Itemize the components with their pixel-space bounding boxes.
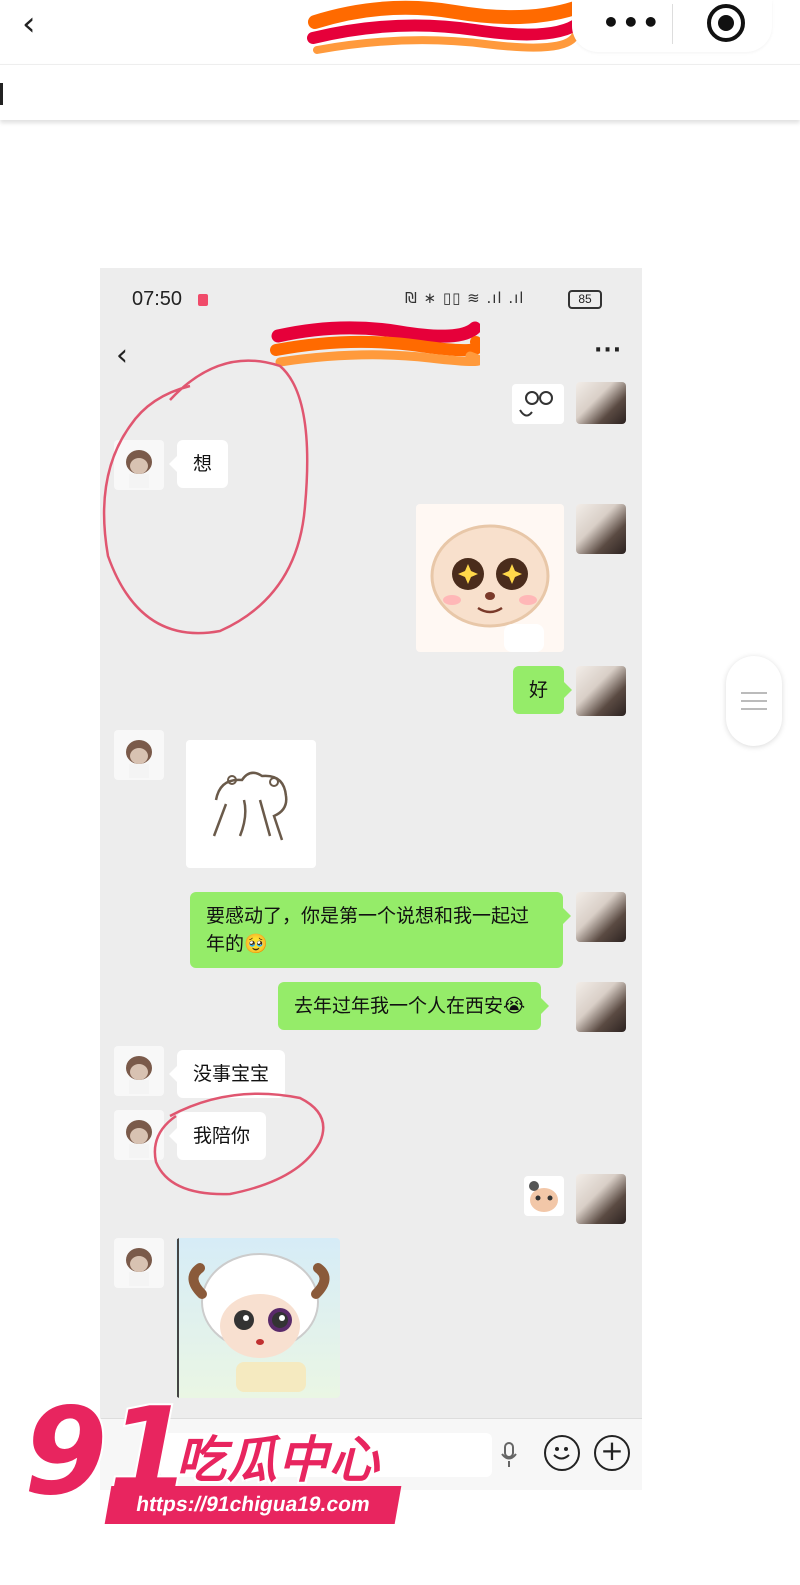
side-drawer-handle[interactable] [726, 656, 782, 746]
other-avatar[interactable] [114, 1046, 164, 1096]
other-avatar[interactable] [114, 1238, 164, 1288]
emoji-icon[interactable] [544, 1435, 580, 1471]
panda-sticker[interactable] [524, 1176, 564, 1216]
sheep-sticker[interactable] [416, 504, 564, 652]
message-bubble: 好 [513, 666, 573, 714]
redaction-scribble [307, 0, 585, 54]
capsule-menu: ••• [572, 0, 772, 52]
annotation-circle [153, 1092, 325, 1196]
capsule-divider [672, 4, 673, 44]
microphone-icon[interactable] [500, 1441, 518, 1469]
plus-icon[interactable]: + [594, 1435, 630, 1471]
self-avatar[interactable] [576, 892, 626, 942]
status-icons: ₪ ∗ ▯▯ ≋ .ıl .ıl [405, 289, 525, 307]
top-bar: ‹ ••• [0, 0, 800, 64]
watermark-url: https://91chigua19.com [104, 1486, 402, 1524]
sheep-bruised-sticker[interactable] [176, 1238, 340, 1398]
phone-screenshot: 07:50 ₪ ∗ ▯▯ ≋ .ıl .ıl 85 ‹ ··· 想 好 要感动了… [100, 268, 642, 1490]
self-avatar[interactable] [576, 504, 626, 554]
self-avatar[interactable] [576, 382, 626, 424]
self-avatar[interactable] [576, 666, 626, 716]
message-bubble: 去年过年我一个人在西安😭 [278, 982, 550, 1030]
back-chevron-icon[interactable]: ‹ [22, 4, 62, 44]
target-circle-icon[interactable] [707, 4, 745, 42]
self-avatar[interactable] [576, 982, 626, 1032]
self-avatar[interactable] [576, 1174, 626, 1224]
notification-icon [198, 294, 208, 306]
annotation-circle [102, 359, 309, 635]
more-dots-icon[interactable]: ••• [602, 6, 662, 39]
battery-icon: 85 [568, 290, 602, 309]
sub-bar [0, 64, 800, 120]
chat-more-icon[interactable]: ··· [594, 338, 622, 363]
status-time: 07:50 [132, 288, 183, 310]
other-avatar[interactable] [114, 730, 164, 780]
watermark-title: 吃瓜中心 [176, 1431, 380, 1489]
sub-bar-marker [0, 83, 3, 105]
message-bubble: 要感动了，你是第一个说想和我一起过年的🥹 [190, 892, 571, 968]
hug-sticker[interactable] [186, 740, 316, 868]
sticker-partial[interactable] [512, 384, 564, 424]
